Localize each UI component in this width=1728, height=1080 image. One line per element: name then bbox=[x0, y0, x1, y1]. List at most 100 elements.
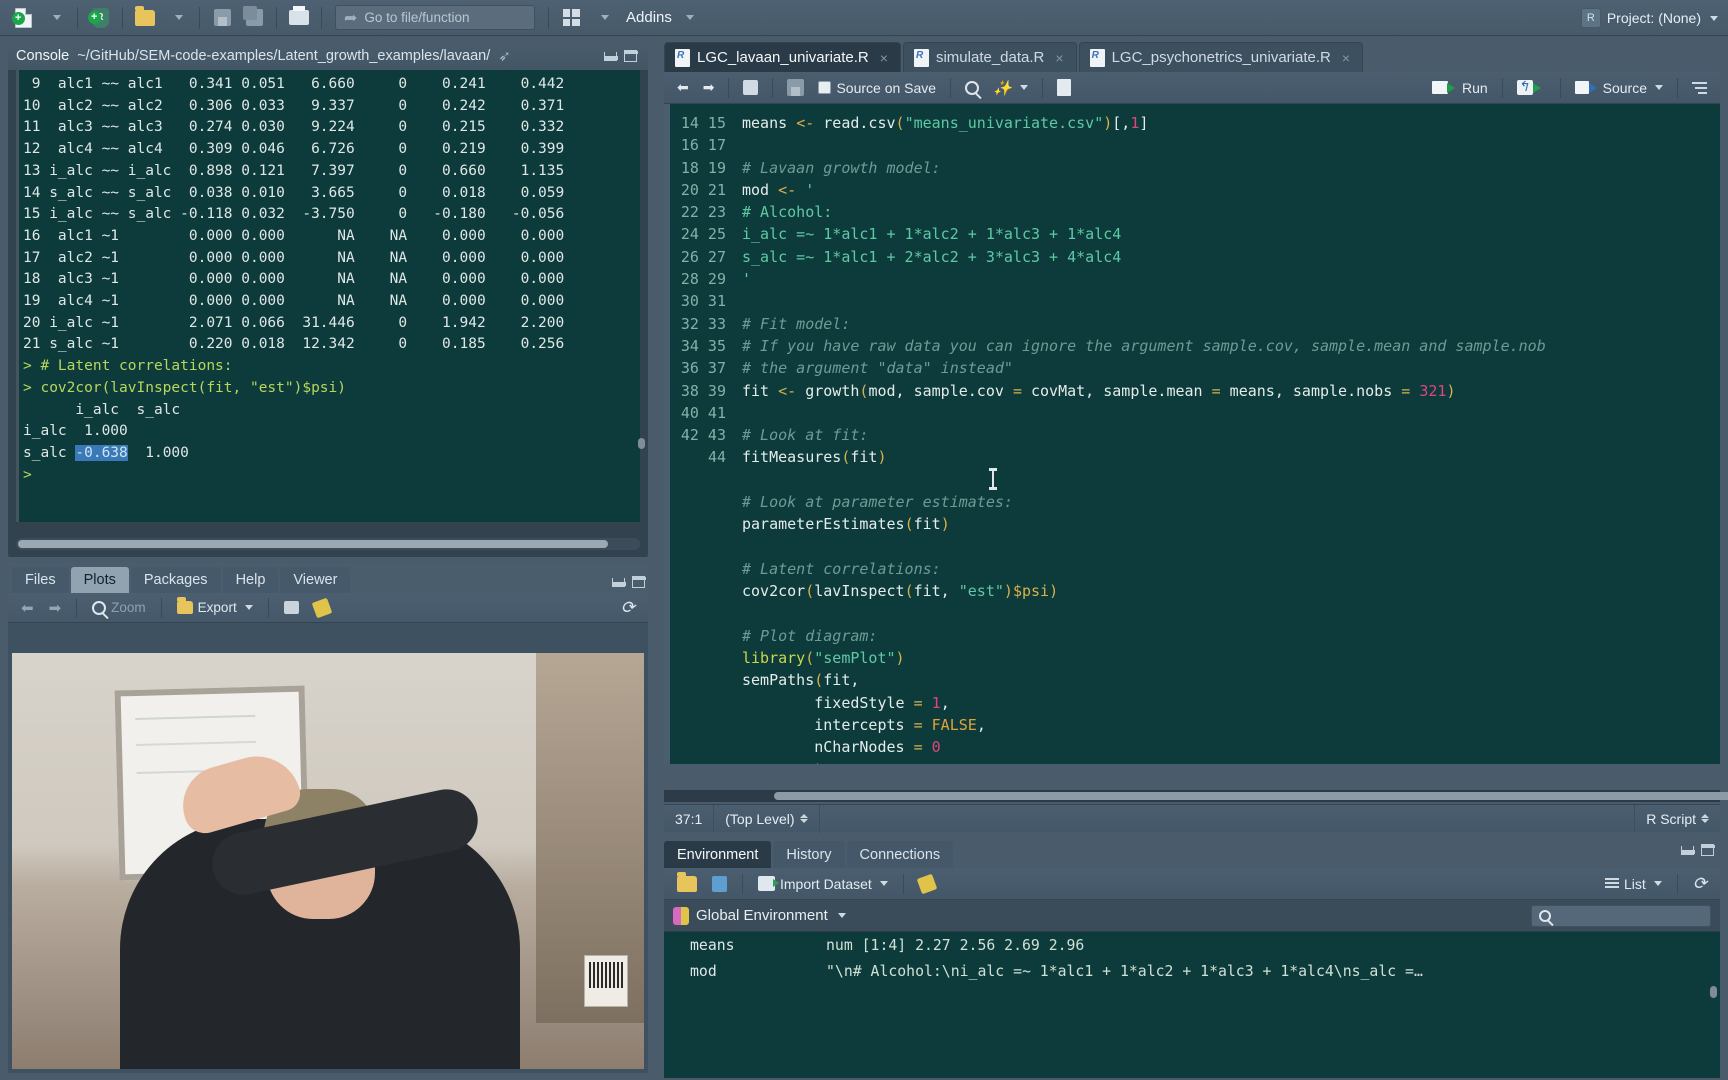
project-selector[interactable]: R Project: (None) bbox=[1580, 0, 1718, 36]
export-icon bbox=[176, 597, 193, 614]
document-outline-button[interactable] bbox=[1687, 80, 1712, 96]
minimize-icon[interactable] bbox=[612, 577, 626, 587]
source-button[interactable]: Source bbox=[1570, 78, 1668, 98]
rerun-previous-button[interactable] bbox=[1512, 78, 1551, 97]
new-project-button[interactable]: R+ bbox=[85, 4, 115, 32]
environment-object-row[interactable]: means num [1:4] 2.27 2.56 2.69 2.96 bbox=[664, 932, 1720, 958]
source-forward-button[interactable]: ➡ bbox=[698, 77, 720, 98]
find-replace-button[interactable] bbox=[960, 79, 984, 97]
environment-refresh-button[interactable]: ⟳ bbox=[1688, 872, 1712, 896]
print-button[interactable] bbox=[284, 4, 314, 32]
workspace-panes-button[interactable] bbox=[556, 4, 586, 32]
chevron-down-icon bbox=[52, 15, 61, 20]
plots-tab-help[interactable]: Help bbox=[222, 567, 279, 593]
addins-dropdown[interactable] bbox=[674, 4, 704, 32]
open-file-button[interactable] bbox=[130, 4, 160, 32]
environment-object-row[interactable]: mod "\n# Alcohol:\ni_alc =~ 1*alc1 + 1*al… bbox=[664, 958, 1720, 984]
addins-button[interactable]: Addins bbox=[626, 9, 672, 26]
webcam-poster bbox=[584, 955, 628, 1007]
toolbar-divider bbox=[276, 6, 277, 29]
source-on-save-checkbox[interactable]: Source on Save bbox=[813, 78, 941, 98]
new-file-button[interactable]: + bbox=[8, 4, 38, 32]
console-output[interactable]: 9 alc1 ~~ alc1 0.341 0.051 6.660 0 0.241… bbox=[16, 70, 640, 522]
plot-display-area[interactable] bbox=[12, 653, 644, 1069]
file-type-selector[interactable]: R Script bbox=[1634, 804, 1720, 833]
source-label: Source bbox=[1602, 79, 1647, 96]
plots-tab-files[interactable]: Files bbox=[12, 567, 69, 593]
toolbar-divider bbox=[122, 6, 123, 29]
run-icon bbox=[1431, 81, 1455, 94]
source-tab-simulate_data-r[interactable]: simulate_data.R × bbox=[902, 42, 1077, 72]
minimize-icon[interactable] bbox=[604, 51, 618, 61]
chevron-down-icon bbox=[1655, 85, 1663, 90]
plot-refresh-button[interactable]: ⟳ bbox=[616, 596, 640, 620]
save-button[interactable] bbox=[207, 4, 237, 32]
filetype-spinner-icon bbox=[1701, 814, 1709, 823]
environment-toolbar: Import Dataset List ⟳ bbox=[664, 868, 1720, 900]
environment-object-list[interactable]: means num [1:4] 2.27 2.56 2.69 2.96 mod "\n… bbox=[664, 932, 1720, 1078]
workspace-panes-dropdown[interactable] bbox=[588, 4, 618, 32]
maximize-icon[interactable] bbox=[624, 50, 638, 62]
save-workspace-button[interactable] bbox=[707, 874, 732, 894]
open-file-dropdown[interactable] bbox=[162, 4, 192, 32]
plot-clear-all-button[interactable] bbox=[309, 597, 335, 618]
r-file-icon bbox=[913, 48, 929, 67]
new-file-dropdown[interactable] bbox=[40, 4, 70, 32]
code-tools-button[interactable]: ✨ bbox=[988, 77, 1033, 99]
environment-scope-label[interactable]: Global Environment bbox=[696, 907, 828, 924]
save-all-icon bbox=[242, 6, 263, 26]
close-icon[interactable]: × bbox=[880, 50, 888, 66]
maximize-icon[interactable] bbox=[1701, 844, 1715, 856]
source-back-button[interactable]: ⬅ bbox=[672, 77, 694, 98]
console-window-controls bbox=[604, 50, 640, 62]
environment-pane: Environment History Connections Import Dat… bbox=[664, 838, 1720, 1078]
editor-horizontal-scrollbar[interactable] bbox=[664, 790, 1728, 802]
plots-tab-plots[interactable]: Plots bbox=[70, 567, 129, 593]
environment-tab-history[interactable]: History bbox=[773, 841, 845, 868]
console-goto-directory-icon[interactable]: ➶ bbox=[498, 47, 511, 65]
source-save-button[interactable] bbox=[782, 77, 809, 98]
environment-tab-environment[interactable]: Environment bbox=[664, 841, 772, 868]
checkbox-icon bbox=[818, 81, 832, 94]
plots-pane: Files Plots Packages Help Viewer ⬅ ➡ Zoom Ex… bbox=[8, 563, 648, 1073]
save-all-button[interactable] bbox=[239, 4, 269, 32]
code-editor[interactable]: 14 15 16 17 18 19 20 21 22 23 24 25 26 2… bbox=[664, 104, 1720, 764]
import-dataset-button[interactable]: Import Dataset bbox=[753, 874, 893, 894]
chevron-down-icon bbox=[1019, 85, 1028, 90]
close-icon[interactable]: × bbox=[1055, 50, 1063, 66]
environment-tab-connections[interactable]: Connections bbox=[846, 841, 954, 868]
show-in-new-window-button[interactable] bbox=[738, 78, 763, 97]
plot-export-button[interactable]: Export bbox=[172, 597, 258, 617]
view-mode-button[interactable]: List bbox=[1600, 874, 1667, 894]
refresh-icon: ⟳ bbox=[620, 597, 635, 617]
code-content[interactable]: means <- read.csv("means_univariate.csv"… bbox=[736, 104, 1720, 764]
plots-tab-viewer[interactable]: Viewer bbox=[280, 567, 351, 593]
environment-search-input[interactable] bbox=[1531, 904, 1711, 927]
chevron-down-icon[interactable] bbox=[837, 913, 846, 918]
source-tab-lgc_lavaan_univariate-r[interactable]: LGC_lavaan_univariate.R × bbox=[664, 42, 901, 72]
source-tab-lgc_psychonetrics_univariate-r[interactable]: LGC_psychonetrics_univariate.R × bbox=[1078, 42, 1364, 72]
chevron-down-icon bbox=[244, 605, 253, 610]
minimize-icon[interactable] bbox=[1681, 845, 1695, 855]
toolbar-divider bbox=[77, 6, 78, 29]
scope-selector[interactable]: (Top Level) bbox=[714, 804, 820, 833]
console-working-directory[interactable]: ~/GitHub/SEM-code-examples/Latent_growth… bbox=[77, 48, 490, 64]
maximize-icon[interactable] bbox=[632, 576, 646, 588]
plot-zoom-button[interactable]: Zoom bbox=[87, 598, 151, 617]
clear-objects-button[interactable] bbox=[914, 873, 940, 894]
toolbar-divider bbox=[548, 6, 549, 29]
chevron-down-icon bbox=[1653, 881, 1662, 886]
close-icon[interactable]: × bbox=[1342, 50, 1350, 66]
plots-tab-packages[interactable]: Packages bbox=[130, 567, 221, 593]
plot-back-button[interactable]: ⬅ bbox=[16, 597, 39, 619]
console-horizontal-scrollbar[interactable] bbox=[16, 538, 640, 550]
run-button[interactable]: Run bbox=[1427, 78, 1493, 98]
plot-forward-button[interactable]: ➡ bbox=[44, 597, 67, 619]
plot-remove-button[interactable] bbox=[279, 599, 304, 616]
compile-report-button[interactable] bbox=[1052, 77, 1076, 98]
broom-icon bbox=[916, 873, 938, 894]
environment-scroll-thumb[interactable] bbox=[1710, 986, 1717, 998]
goto-file-function-input[interactable]: ➦ Go to file/function bbox=[335, 5, 535, 30]
console-vertical-scroll-thumb[interactable] bbox=[638, 438, 645, 449]
load-workspace-button[interactable] bbox=[672, 871, 702, 894]
